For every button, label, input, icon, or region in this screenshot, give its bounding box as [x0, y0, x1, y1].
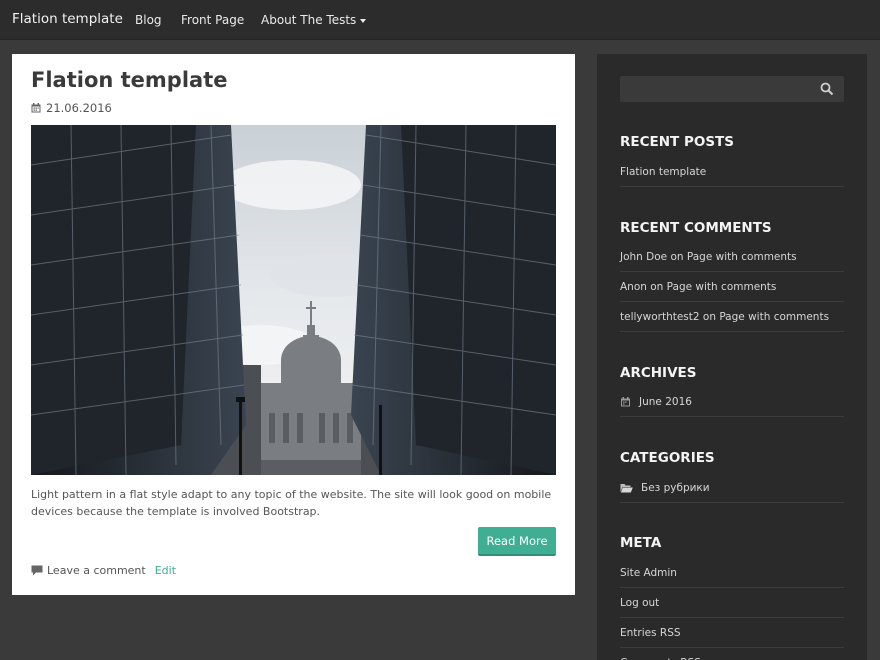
meta-item-site-admin[interactable]: Site Admin	[620, 558, 844, 588]
calendar-icon	[621, 396, 630, 406]
recent-comment-item[interactable]: tellyworthtest2 on Page with comments	[620, 302, 844, 332]
site-brand[interactable]: Flation template	[12, 11, 123, 27]
meta-item-log-out[interactable]: Log out	[620, 588, 844, 618]
comment-icon	[31, 565, 43, 576]
nav-item-about-label: About The Tests	[261, 13, 357, 27]
post-date: 21.06.2016	[31, 101, 112, 115]
nav-item-front-page[interactable]: Front Page	[181, 13, 244, 27]
read-more-button[interactable]: Read More	[478, 527, 556, 556]
category-item[interactable]: Без рубрики	[620, 473, 844, 503]
categories-title: CATEGORIES	[620, 450, 715, 466]
caret-down-icon	[360, 18, 367, 23]
nav-item-blog[interactable]: Blog	[135, 13, 162, 27]
leave-comment-link[interactable]: Leave a comment	[47, 564, 146, 577]
post-featured-image[interactable]	[31, 125, 556, 475]
archive-item-label: June 2016	[639, 395, 692, 408]
archive-item[interactable]: June 2016	[620, 387, 844, 417]
recent-post-item[interactable]: Flation template	[620, 157, 844, 187]
search-input[interactable]	[620, 76, 815, 102]
recent-posts-title: RECENT POSTS	[620, 134, 734, 150]
post-date-text: 21.06.2016	[46, 101, 112, 115]
post-meta: Leave a comment Edit	[31, 564, 176, 577]
top-navbar: Flation template Blog Front Page About T…	[0, 0, 880, 40]
post-card: Flation template 21.06.2016 Light patter…	[12, 54, 575, 595]
calendar-icon	[31, 103, 41, 113]
sidebar: RECENT POSTS Flation template RECENT COM…	[597, 54, 867, 660]
cathedral-photo	[31, 125, 556, 475]
recent-comment-item[interactable]: John Doe on Page with comments	[620, 242, 844, 272]
category-item-label: Без рубрики	[641, 481, 710, 494]
meta-item-entries-rss[interactable]: Entries RSS	[620, 618, 844, 648]
search-icon[interactable]	[820, 82, 834, 96]
recent-comments-title: RECENT COMMENTS	[620, 220, 772, 236]
folder-open-icon	[620, 483, 633, 492]
meta-item-comments-rss[interactable]: Comments RSS	[620, 648, 844, 660]
meta-title: META	[620, 535, 662, 551]
search-box	[620, 76, 844, 102]
post-excerpt: Light pattern in a flat style adapt to a…	[31, 488, 552, 518]
post-title[interactable]: Flation template	[31, 68, 228, 92]
recent-comment-item[interactable]: Anon on Page with comments	[620, 272, 844, 302]
nav-item-about-the-tests[interactable]: About The Tests	[261, 13, 367, 27]
edit-link[interactable]: Edit	[155, 564, 176, 577]
archives-title: ARCHIVES	[620, 365, 697, 381]
